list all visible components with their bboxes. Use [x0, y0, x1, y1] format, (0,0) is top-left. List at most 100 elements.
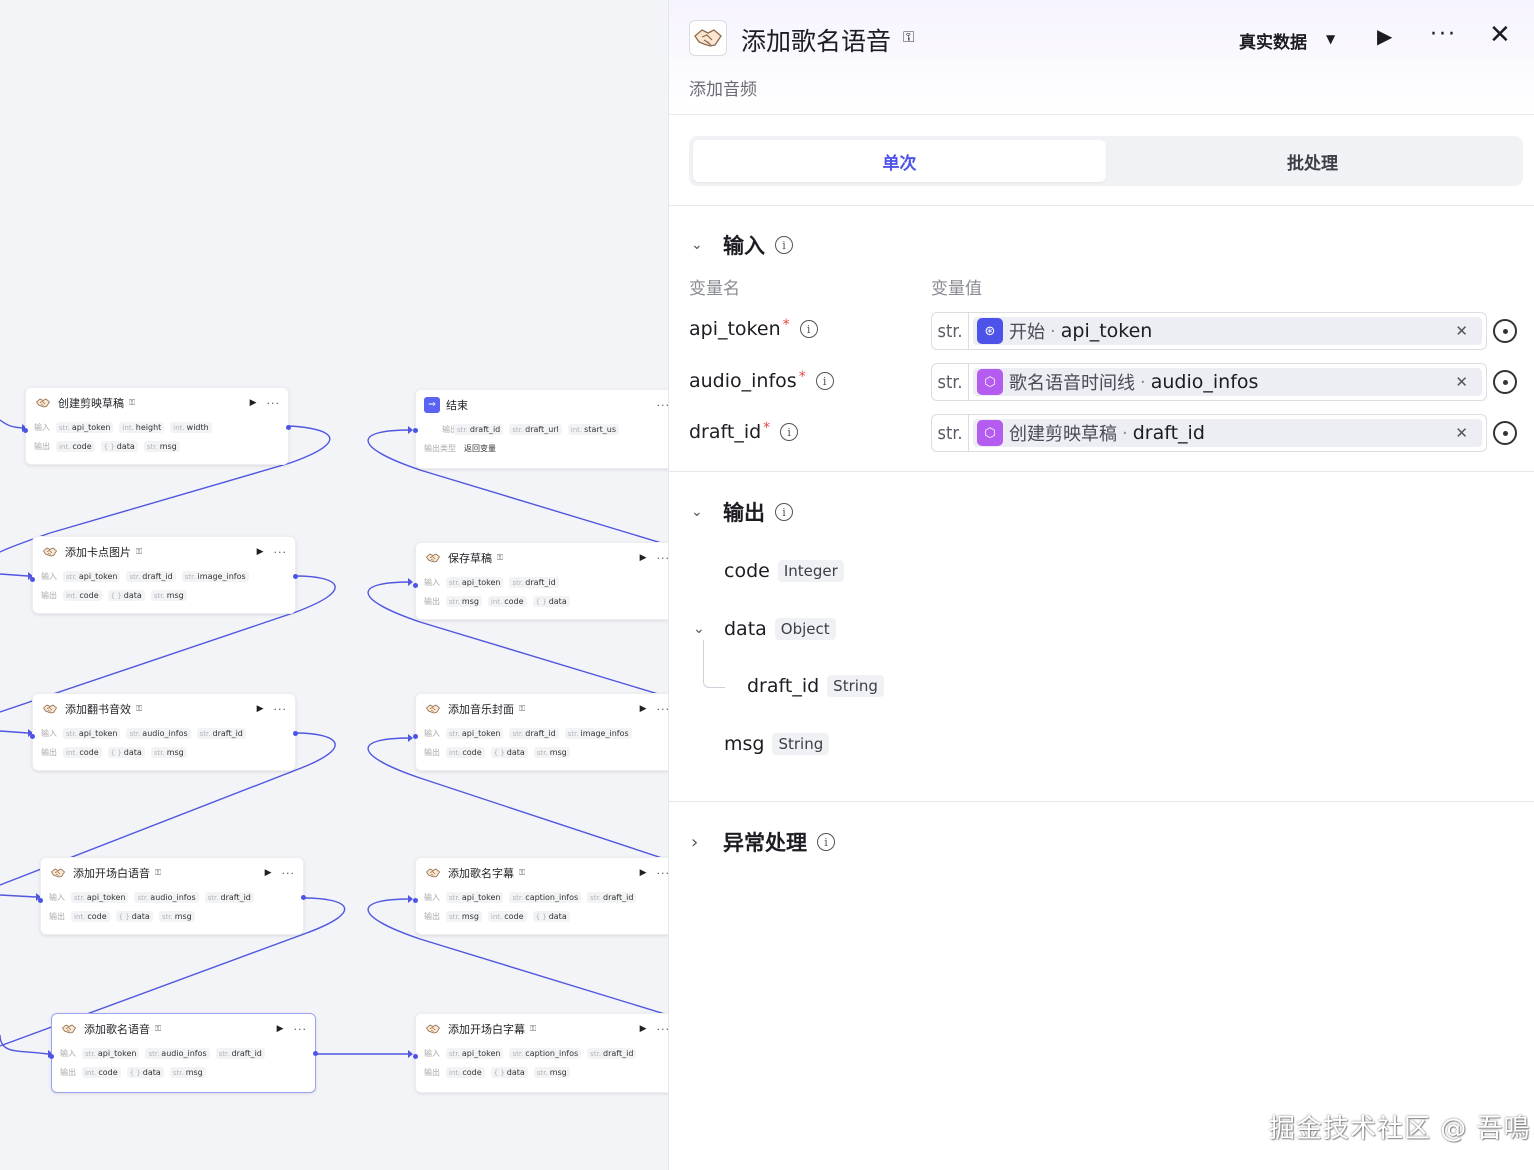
run-mode-tabs: 单次 批处理 [689, 136, 1523, 186]
chevron-down-icon[interactable]: ⌄ [691, 237, 711, 253]
row-label: 输出 [442, 425, 458, 434]
param-value-draft-id[interactable]: str. ⬡ 创建剪映草稿 · draft_id ✕ [931, 414, 1487, 452]
run-icon[interactable]: ▶ [640, 553, 647, 563]
run-icon[interactable]: ▶ [257, 704, 264, 714]
node-var: str. api_token [56, 422, 114, 433]
output-port[interactable] [301, 895, 306, 900]
variable-picker-icon[interactable] [1493, 319, 1517, 343]
output-msg: msg String [724, 733, 830, 755]
run-icon[interactable]: ▶ [640, 704, 647, 714]
more-icon[interactable]: ··· [657, 399, 669, 412]
tab-batch[interactable]: 批处理 [1106, 140, 1519, 182]
run-icon[interactable]: ▶ [257, 547, 264, 557]
input-port[interactable] [30, 577, 35, 582]
plugin-icon [34, 396, 52, 410]
output-section-header[interactable]: ⌄ 输出 i [691, 497, 793, 527]
workflow-node[interactable]: 添加开场白字幕 ⚿ ▶ ··· 输入 str.api_token str.caption_i… [413, 1013, 669, 1093]
info-icon[interactable]: i [780, 423, 799, 441]
output-data[interactable]: ⌄ data Object [693, 618, 836, 640]
row-label: 输入 [424, 729, 440, 738]
output-type: Integer [777, 560, 844, 582]
more-icon[interactable]: ··· [294, 1023, 308, 1036]
input-port[interactable] [38, 898, 43, 903]
more-icon[interactable]: ··· [1430, 22, 1457, 47]
workflow-node[interactable]: 添加歌名语音 ⚿ ▶ ··· 输入 str. api_token str. audio_info… [49, 1013, 318, 1093]
variable-reference[interactable]: ⬡ 创建剪映草稿 · draft_id ✕ [973, 419, 1482, 447]
variable-reference[interactable]: ⊛ 开始 · api_token ✕ [973, 317, 1482, 345]
run-icon[interactable]: ▶ [640, 868, 647, 878]
info-icon[interactable]: i [799, 320, 818, 338]
run-icon[interactable]: ▶ [640, 1024, 647, 1034]
info-icon[interactable]: i [817, 833, 835, 851]
node-var: { } data [115, 911, 153, 922]
more-icon[interactable]: ··· [657, 867, 669, 880]
input-port[interactable] [30, 734, 35, 739]
input-port[interactable] [413, 898, 418, 903]
input-port[interactable] [23, 428, 28, 433]
close-icon[interactable]: ✕ [1489, 20, 1511, 50]
output-port[interactable] [293, 574, 298, 579]
variable-picker-icon[interactable] [1493, 421, 1517, 445]
input-port[interactable] [49, 1054, 54, 1059]
data-mode-dropdown[interactable]: 真实数据 [1239, 28, 1307, 53]
more-icon[interactable]: ··· [657, 552, 669, 565]
input-port[interactable] [413, 583, 418, 588]
node-output-row: 输出 int. code { } data str. msg [33, 586, 295, 605]
input-port[interactable] [413, 428, 418, 433]
workflow-node[interactable]: 保存草稿 ⚿ ▶ ··· 输入 str.api_token str.draft_id 输出 st… [413, 542, 669, 620]
info-icon[interactable]: i [775, 503, 793, 521]
type-label: str. [932, 415, 969, 451]
variable-reference[interactable]: ⬡ 歌名语音时间线 · audio_infos ✕ [973, 368, 1482, 396]
node-title: 保存草稿 [448, 552, 492, 565]
workflow-node[interactable]: 添加开场白语音 ⚿ ▶ ··· 输入 str. api_token str. audio_inf… [38, 857, 306, 935]
clear-icon[interactable]: ✕ [1455, 322, 1468, 340]
chevron-right-icon[interactable]: › [691, 832, 711, 853]
required-mark: * [763, 420, 771, 436]
chevron-down-icon[interactable]: ⌄ [691, 504, 711, 520]
node-var: str. api_token [63, 571, 121, 582]
row-label: 输出 [424, 1068, 440, 1077]
output-port[interactable] [313, 1051, 318, 1056]
more-icon[interactable]: ··· [282, 867, 296, 880]
lock-icon: ⚿ [155, 868, 162, 877]
lock-icon: ⚿ [136, 704, 143, 713]
output-port[interactable] [286, 425, 291, 430]
more-icon[interactable]: ··· [267, 397, 281, 410]
input-port[interactable] [413, 1054, 418, 1059]
workflow-node[interactable]: ⇒ 结束 ··· 输出str.draft_id str.draft_url int.sta… [413, 389, 669, 469]
run-icon[interactable]: ▶ [250, 398, 257, 408]
info-icon[interactable]: i [775, 236, 793, 254]
more-icon[interactable]: ··· [657, 703, 669, 716]
node-header: 创建剪映草稿 ⚿ ▶ ··· [26, 388, 288, 418]
node-var: str. msg [446, 911, 482, 922]
workflow-node[interactable]: 添加翻书音效 ⚿ ▶ ··· 输入 str. api_token str. audio_info… [30, 693, 298, 771]
param-value-audio-infos[interactable]: str. ⬡ 歌名语音时间线 · audio_infos ✕ [931, 363, 1487, 401]
run-icon[interactable]: ▶ [265, 868, 272, 878]
node-var: str. api_token [71, 892, 129, 903]
chevron-down-icon[interactable]: ⌄ [693, 621, 713, 637]
info-icon[interactable]: i [815, 372, 834, 390]
tab-single[interactable]: 单次 [693, 140, 1106, 182]
variable-picker-icon[interactable] [1493, 370, 1517, 394]
workflow-canvas[interactable]: 创建剪映草稿 ⚿ ▶ ··· 输入 str. api_token int. height int.… [0, 0, 668, 1170]
output-draft-id: draft_id String [747, 675, 884, 697]
run-icon[interactable]: ▶ [1377, 24, 1392, 48]
input-port[interactable] [413, 734, 418, 739]
output-port[interactable] [293, 731, 298, 736]
workflow-node[interactable]: 添加歌名字幕 ⚿ ▶ ··· 输入 str.api_token str.caption_in… [413, 857, 669, 935]
workflow-node[interactable]: 添加音乐封面⚿▶···输入str.api_tokenstr.draft_idst… [413, 693, 669, 771]
caret-down-icon[interactable]: ▼ [1326, 32, 1335, 46]
workflow-node[interactable]: 添加卡点图片 ⚿ ▶ ··· 输入 str. api_token str. draft_id st… [30, 536, 298, 614]
row-label: 输入 [49, 893, 65, 902]
exception-section-header[interactable]: › 异常处理 i [691, 827, 835, 857]
more-icon[interactable]: ··· [274, 703, 288, 716]
workflow-node[interactable]: 创建剪映草稿 ⚿ ▶ ··· 输入 str. api_token int. height int.… [23, 387, 291, 465]
more-icon[interactable]: ··· [274, 546, 288, 559]
clear-icon[interactable]: ✕ [1455, 373, 1468, 391]
param-value-api-token[interactable]: str. ⊛ 开始 · api_token ✕ [931, 312, 1487, 350]
clear-icon[interactable]: ✕ [1455, 424, 1468, 442]
run-icon[interactable]: ▶ [277, 1024, 284, 1034]
more-icon[interactable]: ··· [657, 1023, 669, 1036]
row-label: 输出 [34, 442, 50, 451]
input-section-header[interactable]: ⌄ 输入 i [691, 230, 793, 260]
